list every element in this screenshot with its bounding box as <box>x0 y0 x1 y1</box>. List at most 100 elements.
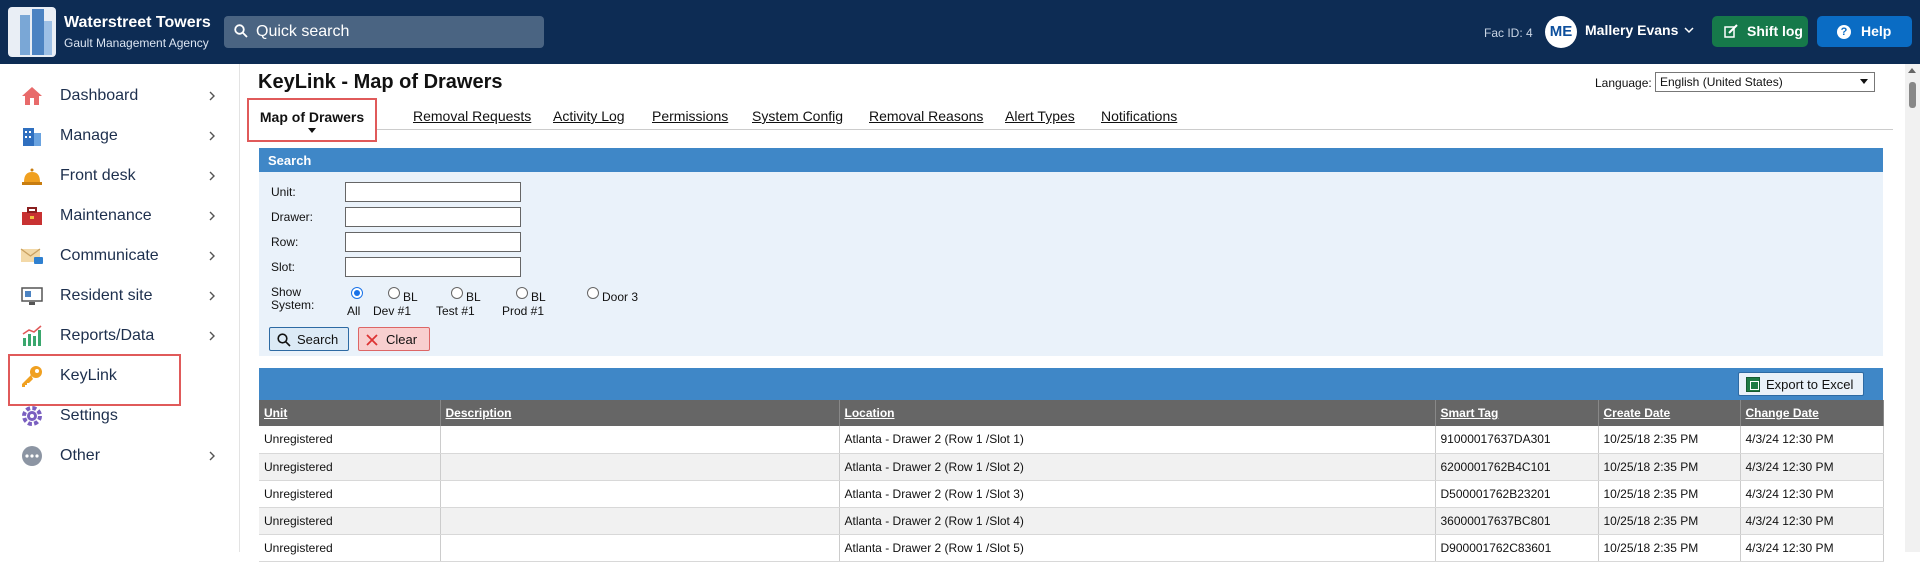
cell-unit: Unregistered <box>259 480 441 508</box>
cell-smart-tag: D500001762B23201 <box>1435 480 1599 508</box>
tab-permissions[interactable]: Permissions <box>652 108 728 124</box>
tab-removal-reasons[interactable]: Removal Reasons <box>869 108 983 124</box>
chevron-right-icon <box>209 251 215 261</box>
unit-input[interactable] <box>345 182 521 202</box>
shift-log-label: Shift log <box>1747 23 1803 39</box>
results-toolbar: Export to Excel <box>259 368 1883 400</box>
sidebar-item-communicate[interactable]: Communicate <box>0 236 240 276</box>
scrollbar-thumb[interactable] <box>1909 82 1916 108</box>
top-bar: Waterstreet Towers Gault Management Agen… <box>0 0 1920 64</box>
tab-map-of-drawers[interactable]: Map of Drawers <box>247 98 377 142</box>
sidebar-item-settings[interactable]: Settings <box>0 396 240 436</box>
quick-search-label: Quick search <box>256 23 350 40</box>
chevron-right-icon <box>209 331 215 341</box>
tabs-divider <box>253 129 1893 130</box>
brand-title: Waterstreet Towers <box>64 14 211 31</box>
sidebar-item-dashboard[interactable]: Dashboard <box>0 76 240 116</box>
cell-description <box>440 534 840 562</box>
column-header-smart-tag[interactable]: Smart Tag <box>1435 400 1599 426</box>
slot-input[interactable] <box>345 257 521 277</box>
close-icon <box>366 334 378 346</box>
language-select[interactable]: English (United States) <box>1655 72 1875 92</box>
monitor-icon <box>21 287 43 305</box>
sidebar-item-other[interactable]: Other <box>0 436 240 476</box>
table-row[interactable]: Unregistered Atlanta - Drawer 2 (Row 1 /… <box>259 453 1884 481</box>
clear-button[interactable]: Clear <box>358 327 430 351</box>
search-icon <box>277 333 291 347</box>
sidebar: Dashboard Manage Front desk Maintenance … <box>0 64 240 552</box>
sidebar-item-maintenance[interactable]: Maintenance <box>0 196 240 236</box>
cell-description <box>440 507 840 535</box>
shift-log-button[interactable]: Shift log <box>1712 16 1808 47</box>
cell-smart-tag: D900001762C83601 <box>1435 534 1599 562</box>
export-to-excel-button[interactable]: Export to Excel <box>1738 372 1864 396</box>
tab-activity-log[interactable]: Activity Log <box>553 108 625 124</box>
table-header-row: Unit Description Location Smart Tag Crea… <box>259 400 1884 426</box>
unit-label: Unit: <box>271 185 296 199</box>
chevron-right-icon <box>209 91 215 101</box>
quick-search-input[interactable]: Quick search <box>224 16 544 48</box>
table-row[interactable]: Unregistered Atlanta - Drawer 2 (Row 1 /… <box>259 534 1884 562</box>
radio-all[interactable] <box>351 287 363 299</box>
language-value: English (United States) <box>1660 75 1783 89</box>
export-button-label: Export to Excel <box>1766 377 1854 392</box>
table-row[interactable]: Unregistered Atlanta - Drawer 2 (Row 1 /… <box>259 426 1884 454</box>
tab-alert-types[interactable]: Alert Types <box>1005 108 1075 124</box>
sidebar-item-resident-site[interactable]: Resident site <box>0 276 240 316</box>
chevron-down-icon[interactable] <box>1683 24 1695 36</box>
tab-removal-requests[interactable]: Removal Requests <box>413 108 531 124</box>
sidebar-item-front-desk[interactable]: Front desk <box>0 156 240 196</box>
cell-change-date: 4/3/24 12:30 PM <box>1740 480 1884 508</box>
row-input[interactable] <box>345 232 521 252</box>
column-header-create-date[interactable]: Create Date <box>1598 400 1741 426</box>
sidebar-item-reports-data[interactable]: Reports/Data <box>0 316 240 356</box>
sidebar-item-label: Manage <box>60 127 118 144</box>
cell-create-date: 10/25/18 2:35 PM <box>1598 480 1741 508</box>
table-row[interactable]: Unregistered Atlanta - Drawer 2 (Row 1 /… <box>259 507 1884 535</box>
search-button[interactable]: Search <box>269 327 349 351</box>
sidebar-item-label: Resident site <box>60 287 153 304</box>
cell-unit: Unregistered <box>259 453 441 481</box>
cell-description <box>440 453 840 481</box>
sidebar-item-label: Maintenance <box>60 207 152 224</box>
help-button[interactable]: ? Help <box>1817 16 1912 47</box>
column-header-unit[interactable]: Unit <box>259 400 441 426</box>
toolbox-icon <box>22 207 42 225</box>
drawer-label: Drawer: <box>271 210 314 224</box>
sidebar-item-label: Communicate <box>60 247 159 264</box>
caret-down-icon <box>308 128 316 133</box>
cell-create-date: 10/25/18 2:35 PM <box>1598 534 1741 562</box>
column-header-description[interactable]: Description <box>440 400 840 426</box>
brand-logo[interactable] <box>8 7 56 57</box>
column-header-change-date[interactable]: Change Date <box>1740 400 1884 426</box>
page-scrollbar[interactable] <box>1905 64 1920 552</box>
scroll-up-arrow-icon[interactable] <box>1908 68 1916 73</box>
cell-location: Atlanta - Drawer 2 (Row 1 /Slot 5) <box>839 534 1436 562</box>
drawer-input[interactable] <box>345 207 521 227</box>
cell-unit: Unregistered <box>259 534 441 562</box>
tab-notifications[interactable]: Notifications <box>1101 108 1177 124</box>
avatar[interactable]: ME <box>1545 16 1577 48</box>
search-panel-title: Search <box>268 153 312 168</box>
cell-location: Atlanta - Drawer 2 (Row 1 /Slot 1) <box>839 426 1436 454</box>
user-name[interactable]: Mallery Evans <box>1585 22 1678 38</box>
column-header-location[interactable]: Location <box>839 400 1436 426</box>
cell-unit: Unregistered <box>259 507 441 535</box>
sidebar-item-manage[interactable]: Manage <box>0 116 240 156</box>
radio-door-3[interactable] <box>587 287 599 299</box>
cell-create-date: 10/25/18 2:35 PM <box>1598 507 1741 535</box>
cell-change-date: 4/3/24 12:30 PM <box>1740 453 1884 481</box>
sidebar-item-label: Other <box>60 447 101 464</box>
table-row[interactable]: Unregistered Atlanta - Drawer 2 (Row 1 /… <box>259 480 1884 508</box>
tab-system-config[interactable]: System Config <box>752 108 843 124</box>
building-icon <box>23 128 41 146</box>
cell-change-date: 4/3/24 12:30 PM <box>1740 534 1884 562</box>
dropdown-arrow-icon <box>1860 79 1868 84</box>
facility-id: Fac ID: 4 <box>1484 26 1533 40</box>
sidebar-item-label: Dashboard <box>60 87 139 104</box>
row-label: Row: <box>271 235 299 249</box>
results-table: Unit Description Location Smart Tag Crea… <box>259 400 1884 562</box>
clear-button-label: Clear <box>386 332 418 347</box>
help-label: Help <box>1861 23 1892 39</box>
chart-icon <box>22 325 42 346</box>
